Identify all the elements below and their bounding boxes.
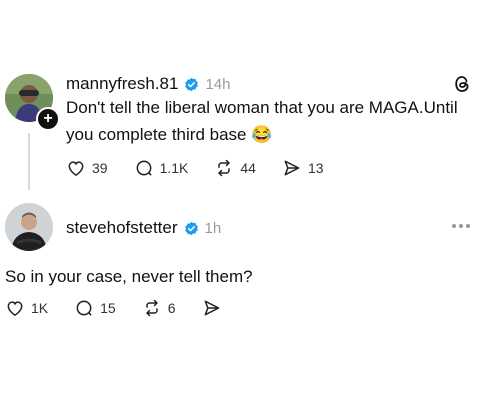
like-count: 39	[92, 160, 108, 176]
comment-icon	[76, 300, 92, 316]
heart-icon	[68, 161, 84, 176]
post-body: Don't tell the liberal woman that you ar…	[66, 94, 466, 148]
comment-icon	[136, 160, 151, 176]
reply-username[interactable]: stevehofstetter	[66, 218, 178, 238]
share-button[interactable]: 13	[282, 158, 324, 178]
like-button[interactable]: 39	[66, 158, 108, 178]
repost-button[interactable]: 44	[214, 158, 256, 178]
reply-body: So in your case, never tell them?	[5, 263, 465, 290]
reply-actions: 1K 15 6	[5, 298, 222, 318]
repost-button[interactable]: 6	[142, 298, 176, 318]
comment-button[interactable]: 1.1K	[134, 158, 189, 178]
repost-count: 6	[167, 300, 176, 316]
share-count: 13	[307, 160, 324, 176]
heart-icon	[7, 301, 23, 316]
thread-connector-line	[28, 133, 30, 190]
comment-count: 1.1K	[159, 160, 189, 176]
share-icon	[204, 300, 219, 316]
repost-icon	[145, 299, 158, 317]
verified-icon	[185, 77, 199, 91]
laughing-emoji: 😂	[251, 125, 273, 144]
like-count: 1K	[31, 300, 49, 316]
post-username[interactable]: mannyfresh.81	[66, 74, 178, 94]
share-button[interactable]	[202, 298, 222, 318]
reply-text: So in your case, never tell them?	[5, 267, 253, 286]
comment-count: 15	[100, 300, 116, 316]
like-button[interactable]: 1K	[5, 298, 48, 318]
avatar-stevehofstetter[interactable]	[5, 203, 53, 251]
follow-plus-icon[interactable]: +	[36, 107, 60, 131]
post-time: 14h	[205, 75, 231, 93]
reply-time: 1h	[204, 219, 222, 237]
threads-logo-icon[interactable]	[452, 74, 472, 94]
reply-header: stevehofstetter 1h	[66, 218, 221, 238]
post-header: mannyfresh.81 14h	[66, 74, 230, 94]
repost-count: 44	[240, 160, 256, 176]
verified-icon	[184, 221, 198, 235]
post-actions: 39 1.1K 44 13	[66, 158, 324, 178]
more-icon[interactable]	[452, 224, 470, 228]
share-icon	[284, 160, 300, 176]
repost-icon	[218, 159, 231, 177]
comment-button[interactable]: 15	[74, 298, 116, 318]
